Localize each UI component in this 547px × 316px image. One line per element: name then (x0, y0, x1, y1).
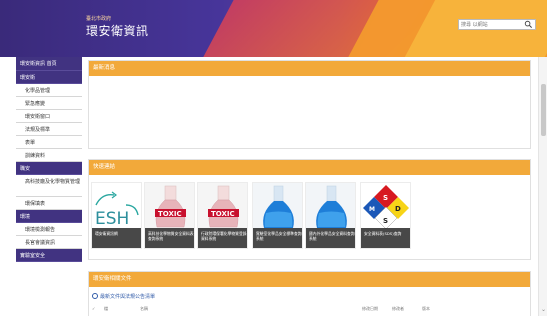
svg-text:S: S (383, 217, 388, 225)
svg-text:TOXIC: TOXIC (211, 210, 235, 218)
announcements-panel: 最新消息 (88, 60, 531, 149)
toxic-flask-icon: TOXIC (145, 183, 194, 230)
column-name[interactable]: 名稱 (140, 306, 148, 312)
sidebar-heading[interactable]: 環安衛資訊 首頁 (16, 57, 82, 71)
site-title[interactable]: 環安衛資訊 (86, 22, 149, 39)
site-subtitle: 臺北市政府 (86, 16, 112, 22)
tile-caption: 高科技化學物質安全資料表查詢系統 (145, 228, 194, 248)
link-label: 最新文件與法規公告清單 (100, 294, 156, 300)
sidebar-item[interactable]: 長官會議資訊 (16, 236, 82, 249)
sidebar-item[interactable]: 表單 (16, 136, 82, 149)
quick-links-panel: 快速連結 ESH 環安衛資訊網 TOXIC 高科技化學物質安全資料表查詢系統 T… (88, 159, 531, 260)
sidebar-item[interactable]: 環保填表 (16, 197, 82, 210)
toxic-flask-icon: TOXIC (198, 183, 247, 230)
panel-title: 快速連結 (89, 160, 530, 175)
sidebar-item[interactable]: 緊急應變 (16, 97, 82, 110)
esh-logo-icon: ESH (92, 183, 141, 230)
tile-toxic-1[interactable]: TOXIC 高科技化學物質安全資料表查詢系統 (144, 182, 195, 249)
tile-toxic-2[interactable]: TOXIC 行政院環保署化學物質登錄資料系統 (197, 182, 248, 249)
site-header: 臺北市政府 環安衛資訊 (0, 0, 547, 57)
svg-text:S: S (383, 194, 388, 202)
documents-panel: 環安衛相關文件 最新文件與法規公告清單 ✓ 檔 名稱 修改日期 修改者 版本 (88, 271, 531, 316)
column-modified[interactable]: 修改日期 (362, 306, 378, 312)
sidebar-heading[interactable]: 職安 (16, 162, 82, 175)
tile-caption: 國內外化學品安全資料查詢系統 (306, 228, 355, 248)
column-version[interactable]: 版本 (422, 306, 430, 312)
page: 臺北市政府 環安衛資訊 環安衛資訊 首頁環安衛化學品管理緊急應變環安衛窗口法規及… (0, 0, 547, 316)
tile-hazard[interactable]: D M S S 安全資料表(SDS)查詢 (360, 182, 411, 249)
panel-title: 最新消息 (89, 61, 530, 76)
document-list-header: ✓ 檔 名稱 修改日期 修改者 版本 (92, 306, 528, 314)
column-modified-by[interactable]: 修改者 (392, 306, 404, 312)
tile-esh[interactable]: ESH 環安衛資訊網 (91, 182, 142, 249)
blue-flask-icon (306, 183, 355, 230)
scroll-thumb[interactable] (541, 84, 546, 136)
hazard-diamond-icon: D M S S (361, 183, 410, 230)
sidebar-item[interactable]: 環安衛窗口 (16, 110, 82, 123)
page-scrollbar[interactable]: ⌄ (538, 57, 547, 316)
blue-flask-icon (253, 183, 302, 230)
column-check[interactable]: ✓ (92, 306, 95, 311)
tile-caption: 環安衛資訊網 (92, 228, 141, 248)
sidebar-item[interactable]: 高科技廠及化學物質管理 (16, 175, 82, 197)
tile-caption: 行政院環保署化學物質登錄資料系統 (198, 228, 247, 248)
scroll-down-arrow-icon[interactable]: ⌄ (539, 306, 547, 314)
sidebar-item[interactable]: 環境檢測報告 (16, 223, 82, 236)
sidebar-heading[interactable]: 環安衛 (16, 71, 82, 84)
sidebar-item[interactable]: 訓練資料 (16, 149, 82, 162)
sidebar-item[interactable]: 法規及標準 (16, 123, 82, 136)
tile-flask-1[interactable]: 實驗室化學品安全標準查詢系統 (252, 182, 303, 249)
search-box (458, 19, 536, 30)
svg-text:TOXIC: TOXIC (158, 210, 182, 218)
svg-text:D: D (395, 205, 401, 213)
tile-flask-2[interactable]: 國內外化學品安全資料查詢系統 (305, 182, 356, 249)
new-document-link[interactable]: 最新文件與法規公告清單 (92, 293, 155, 300)
plus-circle-icon (92, 293, 98, 299)
tile-caption: 實驗室化學品安全標準查詢系統 (253, 228, 302, 248)
sidebar-heading[interactable]: 環境 (16, 210, 82, 223)
panel-title: 環安衛相關文件 (89, 272, 530, 287)
sidebar-item[interactable]: 化學品管理 (16, 84, 82, 97)
sidebar-heading[interactable]: 實驗室安全 (16, 249, 82, 262)
svg-text:M: M (369, 206, 375, 213)
search-input[interactable] (461, 21, 521, 29)
tile-caption: 安全資料表(SDS)查詢 (361, 228, 410, 248)
search-icon[interactable] (524, 20, 533, 29)
svg-text:ESH: ESH (95, 209, 129, 229)
sidebar-nav: 環安衛資訊 首頁 環安衛 化學品管理 緊急應變 環安衛窗口 法規及標準 表單 訓練資料 職安 高科… (16, 57, 82, 316)
column-type[interactable]: 檔 (104, 306, 108, 312)
